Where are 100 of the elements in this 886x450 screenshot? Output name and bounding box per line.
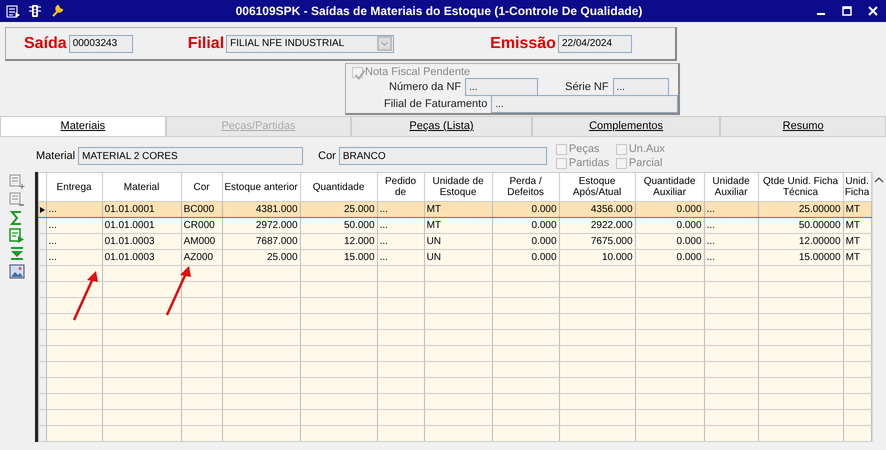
checkbox-label: Partidas <box>568 157 610 169</box>
export-icon[interactable] <box>9 228 26 243</box>
column-header[interactable]: Unidade Auxiliar <box>704 172 758 202</box>
download-icon[interactable] <box>9 246 26 261</box>
table-cell: ... <box>377 234 424 250</box>
material-field[interactable]: MATERIAL 2 CORES <box>78 147 304 165</box>
table-cell: ... <box>46 202 102 218</box>
list-icon[interactable] <box>6 4 20 18</box>
table-cell: MT <box>843 218 872 234</box>
column-header[interactable]: Entrega <box>46 172 102 202</box>
table-cell: 10.000 <box>559 250 636 266</box>
table-cell: MT <box>843 250 872 266</box>
column-header[interactable]: Pedido de <box>377 172 424 202</box>
table-cell: UN <box>424 234 492 250</box>
table-cell: AM000 <box>181 234 222 250</box>
table-cell: 0.000 <box>492 234 560 250</box>
chevron-up-icon[interactable] <box>874 176 884 184</box>
column-header[interactable]: Cor <box>181 172 222 202</box>
table-cell: BC000 <box>181 202 222 218</box>
faturamento-field[interactable]: ... <box>491 95 678 113</box>
field-label: Cor <box>318 150 336 162</box>
column-header[interactable]: Quantidade <box>300 172 378 202</box>
field-label: Filial <box>188 34 224 52</box>
cor-field[interactable]: BRANCO <box>338 147 547 165</box>
chevron-down-icon <box>377 36 392 51</box>
table-cell: ... <box>377 218 424 234</box>
table-cell: MT <box>424 202 492 218</box>
table-cell: 01.01.0003 <box>102 250 182 266</box>
table-cell: AZ000 <box>181 250 222 266</box>
tab[interactable]: Materiais <box>0 116 166 136</box>
table-cell: 15.00000 <box>758 250 844 266</box>
table-cell: 0.000 <box>635 202 704 218</box>
arrow <box>165 265 193 317</box>
table-cell: 7687.000 <box>222 234 300 250</box>
table-cell: 01.01.0001 <box>102 202 182 218</box>
row-pointer-icon <box>39 204 46 214</box>
traffic-light-icon[interactable] <box>28 4 42 18</box>
field-label: Material <box>36 150 76 162</box>
window-title: 006109SPK - Saídas de Materiais do Estoque (1-Controle De Qualidade) <box>234 4 644 18</box>
table-cell: MT <box>843 202 872 218</box>
checkbox-label: Un.Aux <box>628 143 665 155</box>
field-label: Número da NF <box>389 81 462 93</box>
filial-dropdown[interactable]: FILIAL NFE INDUSTRIAL <box>226 34 394 52</box>
column-header[interactable]: Quantidade Auxiliar <box>635 172 704 202</box>
saida-field[interactable]: 00003243 <box>68 34 133 52</box>
table-cell: 25.000 <box>222 250 300 266</box>
maximize-icon[interactable] <box>840 4 854 18</box>
column-header[interactable]: Perda / Defeitos <box>492 172 560 202</box>
table-cell: MT <box>843 234 872 250</box>
table-cell: 4356.000 <box>559 202 636 218</box>
table-cell: ... <box>377 202 424 218</box>
numero-nf-field[interactable]: ... <box>465 78 538 96</box>
table-cell: ... <box>704 218 758 234</box>
row-selector[interactable] <box>38 202 46 218</box>
table-cell: 50.00000 <box>758 218 844 234</box>
column-header[interactable]: Unidade de Estoque <box>424 172 492 202</box>
table-cell: 2922.000 <box>559 218 636 234</box>
table-cell: ... <box>46 234 102 250</box>
column-header[interactable]: Material <box>102 172 182 202</box>
checkbox-label: Peças <box>568 143 600 155</box>
table-cell: 12.00000 <box>758 234 844 250</box>
remove-row-icon[interactable] <box>9 192 26 207</box>
table-cell: 0.000 <box>492 250 560 266</box>
check-icon <box>353 68 367 82</box>
table-cell: 50.000 <box>300 218 378 234</box>
table-cell: 0.000 <box>635 234 704 250</box>
arrow <box>72 270 100 322</box>
table-cell: ... <box>704 202 758 218</box>
add-row-icon[interactable] <box>9 174 26 189</box>
table-cell: ... <box>46 218 102 234</box>
table-cell: 4381.000 <box>222 202 300 218</box>
table-cell: 2972.000 <box>222 218 300 234</box>
table-cell: 15.000 <box>300 250 378 266</box>
tab[interactable]: Complementos <box>532 116 720 136</box>
table-cell: 0.000 <box>635 250 704 266</box>
close-icon[interactable] <box>866 4 880 18</box>
table-cell: 25.000 <box>300 202 378 218</box>
table-cell: 0.000 <box>635 218 704 234</box>
column-header[interactable]: Unid. Ficha <box>843 172 872 202</box>
emissao-field[interactable]: 22/04/2024 <box>558 34 632 52</box>
tab[interactable]: Resumo <box>720 116 886 136</box>
image-icon[interactable] <box>9 264 26 279</box>
column-header[interactable]: Estoque anterior <box>222 172 300 202</box>
table-cell: ... <box>46 250 102 266</box>
tab[interactable]: Peças (Lista) <box>351 116 532 136</box>
field-label: Série NF <box>565 81 609 93</box>
checkbox-label: Parcial <box>628 157 662 169</box>
table-cell: 25.00000 <box>758 202 844 218</box>
column-header[interactable]: Qtde Unid. Ficha Técnica <box>758 172 844 202</box>
table-cell: 0.000 <box>492 218 560 234</box>
table-cell: 01.01.0001 <box>102 218 182 234</box>
column-header[interactable]: Estoque Após/Atual <box>559 172 636 202</box>
wrench-icon[interactable] <box>50 4 64 18</box>
table-cell: UN <box>424 250 492 266</box>
field-label: Filial de Faturamento <box>384 98 488 110</box>
table-cell: 0.000 <box>492 202 560 218</box>
table-cell: ... <box>704 234 758 250</box>
table-cell: 12.000 <box>300 234 378 250</box>
table-cell: ... <box>704 250 758 266</box>
serie-nf-field[interactable]: ... <box>612 78 669 96</box>
